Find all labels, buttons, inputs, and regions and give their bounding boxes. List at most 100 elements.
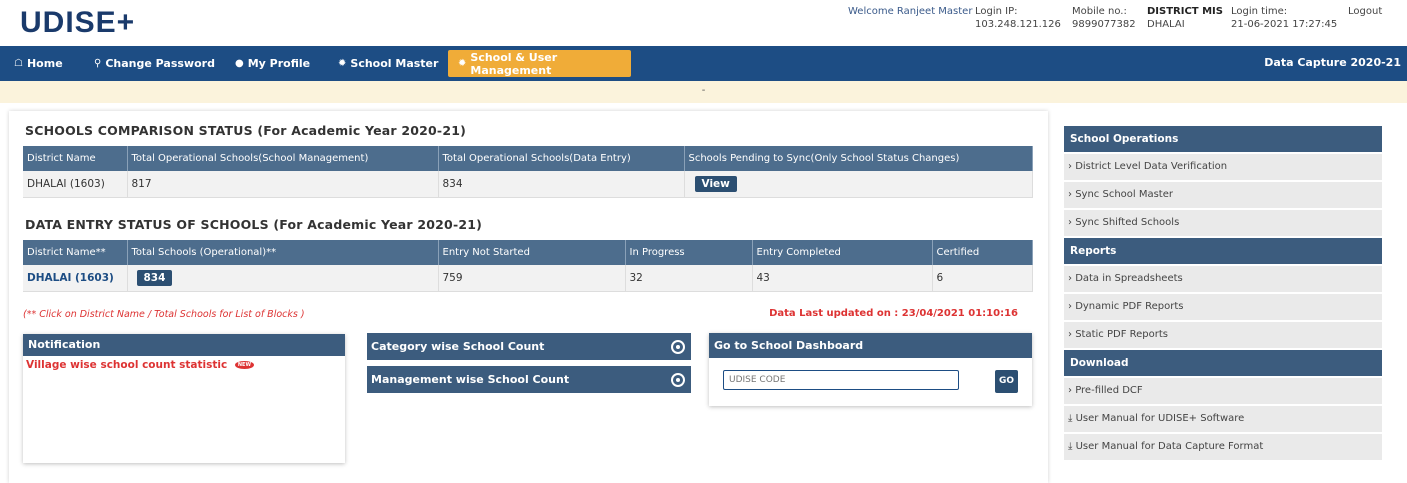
completed-cell: 43 (752, 265, 933, 292)
sidebar-item-label: Sync School Master (1075, 189, 1173, 200)
sidebar-item-static-pdf[interactable]: › Static PDF Reports (1064, 322, 1382, 348)
entry-status-title: DATA ENTRY STATUS OF SCHOOLS (For Academ… (25, 217, 483, 232)
col-pending-sync: Schools Pending to Sync(Only School Stat… (684, 146, 1033, 171)
district-cell: DHALAI (1603) (23, 171, 128, 198)
sidebar-item-manual-software[interactable]: ⤓ User Manual for UDISE+ Software (1064, 406, 1382, 432)
entry-header-row: District Name** Total Schools (Operation… (23, 240, 1033, 265)
col-total-ops-mgmt: Total Operational Schools(School Managem… (127, 146, 439, 171)
sidebar-item-label: Dynamic PDF Reports (1075, 301, 1184, 312)
management-count-bar[interactable]: Management wise School Count (367, 366, 691, 393)
sidebar-item-label: User Manual for Data Capture Format (1075, 441, 1264, 452)
district-cell: DHALAI (1603) (23, 265, 128, 292)
main-content: SCHOOLS COMPARISON STATUS (For Academic … (9, 111, 1048, 483)
view-button[interactable]: View (694, 175, 737, 192)
nav-home[interactable]: ☖ Home (4, 50, 73, 77)
lock-icon: ⚲ (94, 58, 102, 69)
mgmt-count-cell: 817 (127, 171, 439, 198)
gear-icon: ✹ (338, 58, 347, 69)
sidebar-item-dynamic-pdf[interactable]: › Dynamic PDF Reports (1064, 294, 1382, 320)
udise-logo[interactable]: UDISE+ (20, 6, 135, 40)
sidebar-item-label: User Manual for UDISE+ Software (1075, 413, 1245, 424)
sidebar-item-prefilled-dcf[interactable]: › Pre-filled DCF (1064, 378, 1382, 404)
comparison-header-row: District Name Total Operational Schools(… (23, 146, 1033, 171)
home-icon: ☖ (14, 58, 23, 69)
sidebar-item-label: Static PDF Reports (1075, 329, 1168, 340)
eye-icon[interactable] (671, 340, 685, 354)
col-district-name: District Name (23, 146, 128, 171)
sidebar-item-sync-shifted-schools[interactable]: › Sync Shifted Schools (1064, 210, 1382, 236)
table-row: DHALAI (1603) 834 759 32 43 6 (23, 265, 1033, 292)
notification-card: Notification Village wise school count s… (23, 334, 345, 463)
new-badge-icon: NEW (234, 361, 254, 369)
login-time-label: Login time: (1231, 6, 1288, 17)
go-button[interactable]: GO (995, 370, 1018, 393)
school-dashboard-card: Go to School Dashboard GO (709, 333, 1032, 406)
nav-home-label: Home (26, 57, 63, 70)
category-count-bar[interactable]: Category wise School Count (367, 333, 691, 360)
sidebar-heading-reports: Reports (1064, 238, 1382, 264)
nav-my-profile[interactable]: ● My Profile (225, 50, 320, 77)
notification-link[interactable]: Village wise school count statistic (26, 359, 227, 371)
comparison-title: SCHOOLS COMPARISON STATUS (For Academic … (25, 123, 467, 138)
nav-school-master[interactable]: ✹ School Master (328, 50, 448, 77)
total-schools-button[interactable]: 834 (136, 269, 173, 286)
logout-link[interactable]: Logout (1348, 5, 1382, 18)
comparison-table: District Name Total Operational Schools(… (23, 146, 1033, 198)
col-total-ops-entry: Total Operational Schools(Data Entry) (438, 146, 685, 171)
data-capture-year: Data Capture 2020-21 (1264, 56, 1401, 69)
udise-code-input[interactable] (723, 370, 959, 390)
sidebar-item-spreadsheets[interactable]: › Data in Spreadsheets (1064, 266, 1382, 292)
role-block: DISTRICT MIS DHALAI (1147, 5, 1223, 31)
notification-item[interactable]: Village wise school count statistic NEW (23, 356, 345, 374)
sidebar-item-label: Pre-filled DCF (1075, 385, 1143, 396)
eye-icon[interactable] (671, 373, 685, 387)
certified-cell: 6 (932, 265, 1033, 292)
district-link[interactable]: DHALAI (1603) (27, 272, 114, 284)
mobile-block: Mobile no.: 9899077382 (1072, 5, 1136, 31)
login-time-block: Login time: 21-06-2021 17:27:45 (1231, 5, 1337, 31)
col-certified: Certified (932, 240, 1033, 265)
download-icon: ⤓ (1068, 441, 1073, 452)
sidebar-item-label: District Level Data Verification (1075, 161, 1228, 172)
sidebar-item-sync-school-master[interactable]: › Sync School Master (1064, 182, 1382, 208)
sidebar-item-label: Data in Spreadsheets (1075, 273, 1183, 284)
login-ip-value: 103.248.121.126 (975, 19, 1061, 30)
welcome-text: Welcome Ranjeet Master (848, 6, 973, 17)
pending-cell: View (684, 171, 1033, 198)
gear-icon: ✹ (458, 58, 467, 69)
nav-my-profile-label: My Profile (247, 57, 311, 70)
sidebar-item-label: Sync Shifted Schools (1075, 217, 1180, 228)
blocks-note: (** Click on District Name / Total Schoo… (23, 309, 305, 320)
entry-count-cell: 834 (438, 171, 685, 198)
nav-school-master-label: School Master (350, 57, 439, 70)
sidebar: School Operations › District Level Data … (1064, 126, 1382, 462)
main-navbar: ☖ Home ⚲ Change Password ● My Profile ✹ Scho… (0, 46, 1407, 81)
sidebar-heading-download: Download (1064, 350, 1382, 376)
col-total-schools: Total Schools (Operational)** (127, 240, 439, 265)
col-not-started: Entry Not Started (438, 240, 626, 265)
category-count-label: Category wise School Count (371, 340, 545, 353)
download-icon: ⤓ (1068, 413, 1073, 424)
nav-change-password-label: Change Password (105, 57, 215, 70)
login-time-value: 21-06-2021 17:27:45 (1231, 19, 1338, 30)
sidebar-item-manual-dcf[interactable]: ⤓ User Manual for Data Capture Format (1064, 434, 1382, 460)
col-in-progress: In Progress (625, 240, 753, 265)
login-ip-block: Login IP: 103.248.121.126 (975, 5, 1061, 31)
last-updated-text: Data Last updated on : 23/04/2021 01:10:… (769, 308, 1018, 319)
table-row: DHALAI (1603) 817 834 View (23, 171, 1033, 198)
header: UDISE+ Welcome Ranjeet Master Login IP: … (0, 0, 1407, 46)
sidebar-item-district-verification[interactable]: › District Level Data Verification (1064, 154, 1382, 180)
nav-school-user-management-label: School & User Management (470, 50, 558, 77)
management-count-label: Management wise School Count (371, 373, 570, 386)
not-started-cell: 759 (438, 265, 626, 292)
mobile-label: Mobile no.: (1072, 6, 1127, 17)
user-icon: ● (235, 58, 244, 69)
col-completed: Entry Completed (752, 240, 933, 265)
col-district-name: District Name** (23, 240, 128, 265)
notification-title: Notification (23, 334, 345, 356)
mobile-value: 9899077382 (1072, 19, 1136, 30)
nav-school-user-management[interactable]: ✹ School & User Management (448, 50, 631, 77)
sidebar-heading-school-operations: School Operations (1064, 126, 1382, 152)
total-cell: 834 (127, 265, 439, 292)
nav-change-password[interactable]: ⚲ Change Password (84, 50, 225, 77)
